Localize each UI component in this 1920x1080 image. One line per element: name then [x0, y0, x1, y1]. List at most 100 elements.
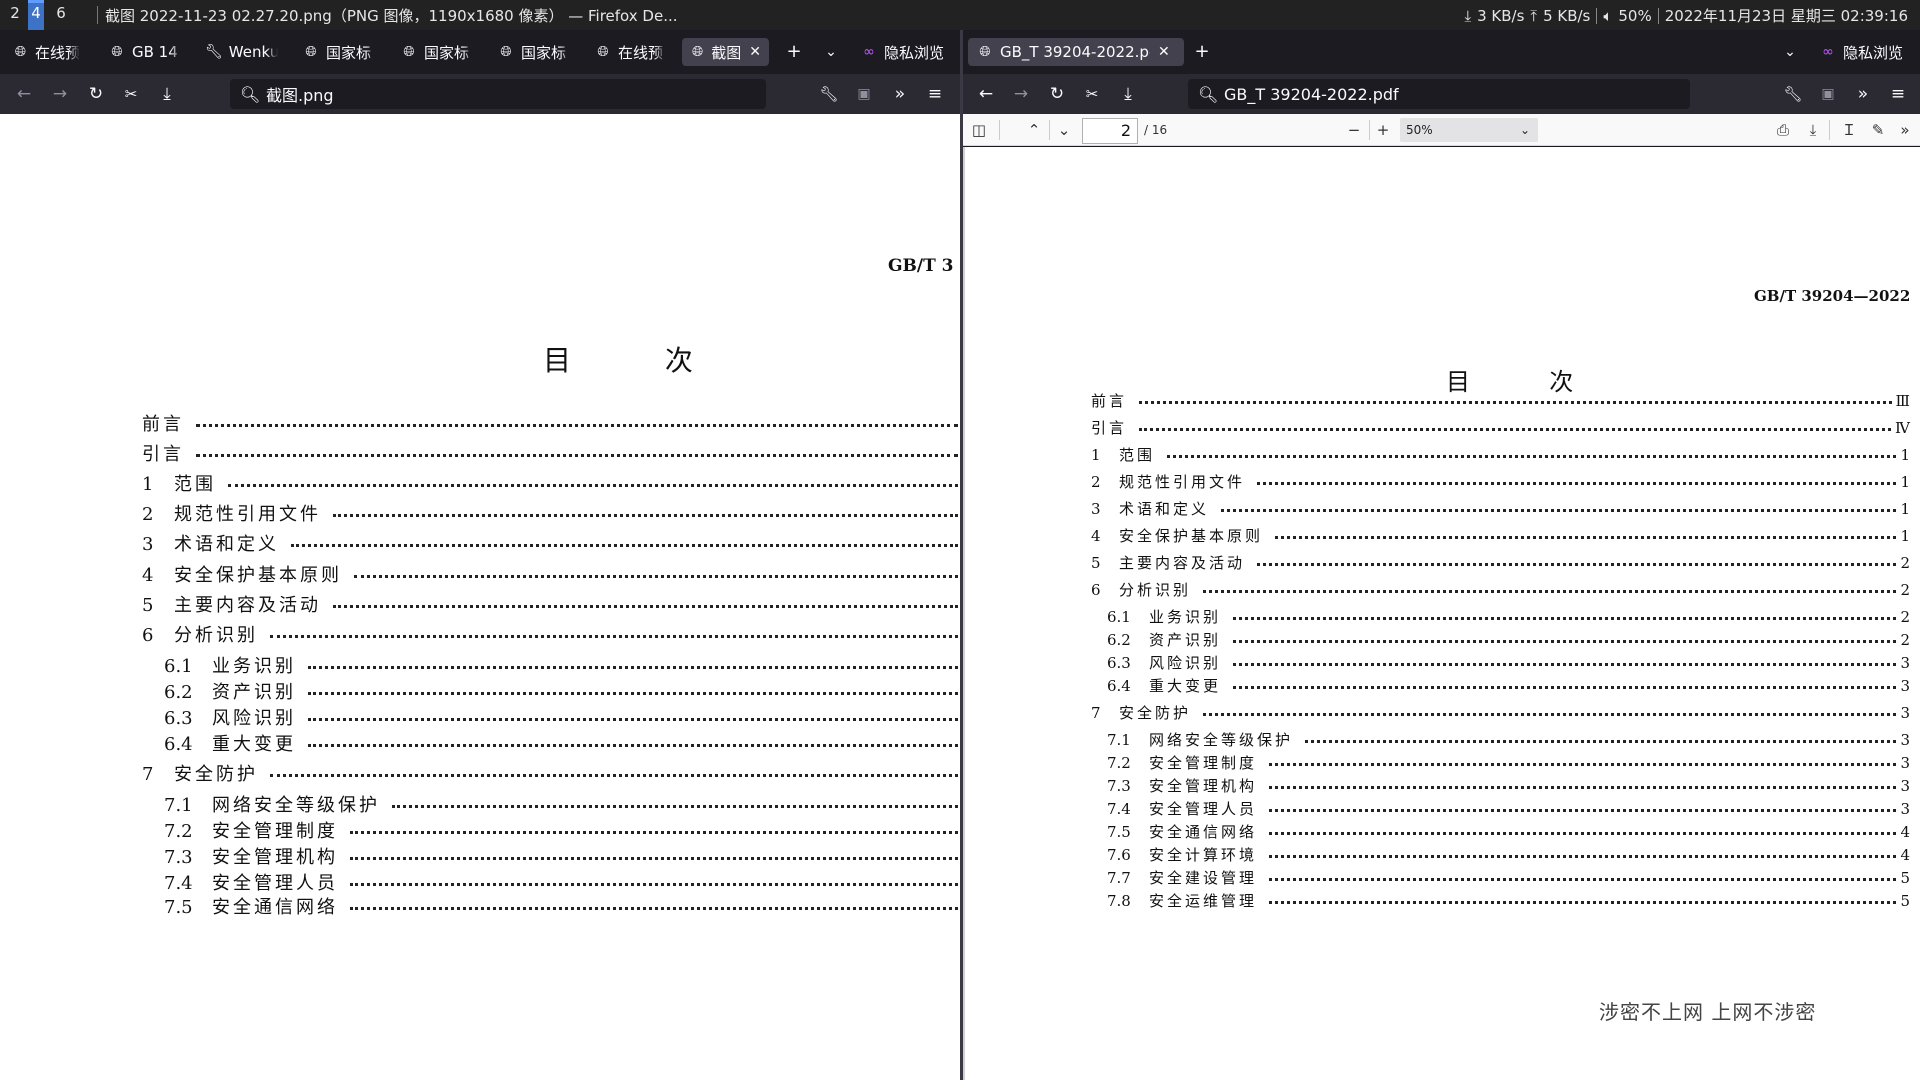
tab-screenshot[interactable]: 🌐︎ 截图 ✕	[682, 38, 769, 66]
zoom-select[interactable]: 50% ⌄	[1400, 118, 1538, 142]
wrench-icon[interactable]: 🔧︎	[1779, 80, 1807, 108]
toc-entry-label: 分析识别	[174, 625, 258, 646]
tab-bar: 🌐︎ GB_T 39204-2022.pdf ✕ + ⌄ ∞ 隐私浏览	[963, 30, 1920, 74]
next-page-chevron-down-icon[interactable]: ⌄	[1052, 118, 1076, 142]
toc-entry-number: 7.2	[1107, 754, 1131, 772]
close-tab-icon[interactable]: ✕	[749, 44, 761, 60]
toc-leader-dots	[1269, 878, 1897, 881]
globe-icon: 🌐︎	[111, 44, 123, 60]
toc-leader-dots	[1203, 713, 1897, 716]
toc-entry-label: 分析识别	[1119, 581, 1192, 599]
back-arrow-icon[interactable]: ←	[10, 80, 38, 108]
new-tab-button[interactable]: +	[780, 38, 808, 66]
tab-wenku[interactable]: 🔧︎ Wenku	[205, 38, 278, 66]
toc-entry-label: 业务识别	[212, 656, 296, 677]
workspace-2[interactable]: 2	[7, 4, 23, 22]
forward-arrow-icon[interactable]: →	[46, 80, 74, 108]
toc-entry: 7.2 安全管理制度 3	[1107, 752, 1910, 773]
toc-entry-number: 7	[142, 764, 154, 785]
toc-entry-label: 主要内容及活动	[174, 595, 321, 616]
toc-entry: 前言 Ⅲ	[1091, 390, 1910, 411]
reload-icon[interactable]: ↻	[82, 80, 110, 108]
toc-entry-number: 7.5	[164, 897, 193, 918]
text-cursor-icon[interactable]: Ｉ	[1837, 118, 1861, 142]
menu-hamburger-icon[interactable]: ≡	[921, 80, 949, 108]
overflow-chevrons-icon[interactable]: »	[1849, 80, 1877, 108]
extension-icon[interactable]: ▣	[1814, 80, 1842, 108]
toc-entry: 7.3 安全管理机构 3	[1107, 775, 1910, 796]
toc-entry-label: 主要内容及活动	[1119, 554, 1246, 572]
page-count: / 16	[1144, 123, 1168, 137]
volume-level[interactable]: 50%	[1618, 7, 1651, 25]
toc-leader-dots	[350, 856, 958, 860]
toc-entry-page: 5	[1900, 869, 1910, 887]
tab-pdf[interactable]: 🌐︎ GB_T 39204-2022.pdf ✕	[968, 38, 1184, 66]
toc-entry-label: 资产识别	[212, 682, 296, 703]
wrench-icon[interactable]: 🔧︎	[815, 80, 843, 108]
toc-entry-label: 规范性引用文件	[174, 504, 321, 525]
new-tab-button[interactable]: +	[1188, 38, 1216, 66]
zoom-out-icon[interactable]: −	[1342, 118, 1366, 142]
toc-leader-dots	[1269, 855, 1897, 858]
workspace-6[interactable]: 6	[53, 4, 69, 22]
url-bar[interactable]: 🔍︎ 截图.png	[230, 79, 766, 109]
list-all-tabs-chevron-icon[interactable]: ⌄	[1776, 38, 1804, 66]
toc-entry-number: 7.8	[1107, 892, 1131, 910]
url-bar[interactable]: 🔍︎ GB_T 39204-2022.pdf	[1188, 79, 1690, 109]
close-tab-icon[interactable]: ✕	[1158, 44, 1170, 60]
download-icon[interactable]: ⤓	[153, 80, 181, 108]
toc-entry: 7 安全防护 3	[1091, 702, 1910, 723]
workspace-4[interactable]: 4	[28, 0, 44, 30]
toc-entry-label: 术语和定义	[174, 534, 279, 555]
toc-entry-number: 7.2	[164, 821, 193, 842]
tab-online-preview[interactable]: 🌐︎ 在线预	[12, 38, 80, 66]
tools-chevrons-icon[interactable]: »	[1893, 118, 1917, 142]
screenshot-scissors-icon[interactable]: ✂	[1078, 80, 1106, 108]
draw-pencil-icon[interactable]: ✎	[1866, 118, 1890, 142]
print-icon[interactable]: ⎙	[1771, 118, 1795, 142]
url-text: GB_T 39204-2022.pdf	[1224, 84, 1399, 104]
list-all-tabs-chevron-icon[interactable]: ⌄	[817, 38, 845, 66]
previous-page-chevron-up-icon[interactable]: ⌃	[1022, 118, 1046, 142]
forward-arrow-icon[interactable]: →	[1007, 80, 1035, 108]
toc-leader-dots	[291, 543, 958, 547]
tab-online-preview-2[interactable]: 🌐︎ 在线预	[594, 38, 666, 66]
save-download-icon[interactable]: ⤓	[1801, 118, 1825, 142]
toc-entry: 6.4 重大变更 3	[1107, 675, 1910, 696]
toc-entry-label: 重大变更	[212, 734, 296, 755]
extension-icon[interactable]: ▣	[850, 80, 878, 108]
toc-entry: 6.3 风险识别 3	[1107, 652, 1910, 673]
screenshot-scissors-icon[interactable]: ✂	[117, 80, 145, 108]
toc-entry-page: 1	[1900, 527, 1910, 545]
download-icon[interactable]: ⤓	[1114, 80, 1142, 108]
globe-icon: 🌐︎	[305, 44, 317, 60]
tab-gb14[interactable]: 🌐︎ GB 14	[108, 38, 182, 66]
toc-leader-dots	[270, 634, 958, 638]
toc-entry-number: 7.1	[1107, 731, 1131, 749]
menu-hamburger-icon[interactable]: ≡	[1884, 80, 1912, 108]
toc-entry: 6.2 资产识别 2	[1107, 629, 1910, 650]
private-mask-icon: ∞	[863, 44, 875, 60]
toc-entry-number: 7.3	[164, 847, 193, 868]
tab-national-standard-1[interactable]: 🌐︎ 国家标	[302, 38, 378, 66]
sidebar-toggle-icon[interactable]: ◫	[967, 118, 991, 142]
search-icon: 🔍︎	[240, 84, 261, 104]
page-edge	[963, 147, 965, 1080]
page-number-input[interactable]: 2	[1082, 118, 1138, 144]
reload-icon[interactable]: ↻	[1043, 80, 1071, 108]
back-arrow-icon[interactable]: ←	[972, 80, 1000, 108]
tab-national-standard-3[interactable]: 🌐︎ 国家标	[497, 38, 572, 66]
toc-entry-label: 安全防护	[1119, 704, 1192, 722]
left-browser-window: 🌐︎ 在线预 🌐︎ GB 14 🔧︎ Wenku 🌐︎ 国家标 🌐︎ 国家标 🌐︎ 国家标 …	[0, 30, 960, 1080]
zoom-in-icon[interactable]: +	[1371, 118, 1395, 142]
overflow-chevrons-icon[interactable]: »	[886, 80, 914, 108]
toc-entry-label: 安全通信网络	[212, 897, 338, 918]
tab-national-standard-2[interactable]: 🌐︎ 国家标	[400, 38, 475, 66]
volume-icon[interactable]: 🔈︎	[1603, 7, 1612, 25]
download-icon: ⤓	[1464, 6, 1472, 25]
toc-entry-page: 2	[1900, 581, 1910, 599]
toc-entry-number: 6.4	[164, 734, 193, 755]
toc-entry-label: 引言	[142, 444, 184, 465]
separator	[999, 120, 1000, 140]
window-title: 截图 2022-11-23 02.27.20.png（PNG 图像，1190x1…	[105, 7, 678, 25]
